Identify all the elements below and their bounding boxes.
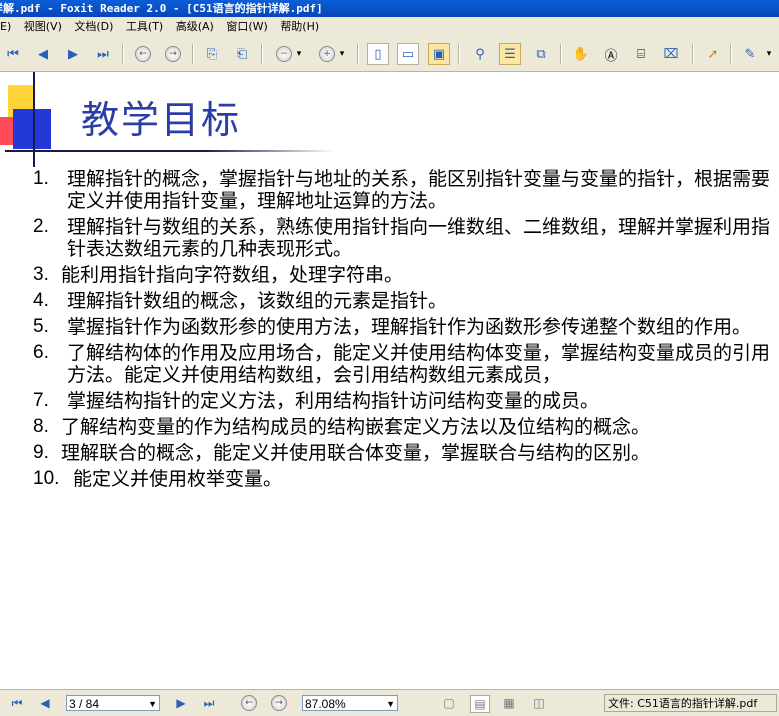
zoom-level-value: 87.08% <box>305 697 346 711</box>
list-item: 5. 掌握指针作为函数形参的使用方法，理解指针作为函数形参传递整个数组的作用。 <box>33 316 773 338</box>
zoom-in-icon[interactable]: + <box>316 43 338 65</box>
comment-tool-icon[interactable]: ✎ <box>739 43 761 65</box>
item-number: 1. <box>33 168 49 189</box>
item-text: 理解指针的概念，掌握指针与地址的关系，能区别指针变量与变量的指针，根据需要定义并… <box>67 168 771 212</box>
item-text: 了解结构变量的作为结构成员的结构嵌套定义方法以及位结构的概念。 <box>61 416 651 438</box>
menu-document[interactable]: 文档(D) <box>74 17 113 37</box>
item-number: 9. <box>33 442 49 463</box>
item-number: 4. <box>33 290 49 311</box>
toolbar-separator <box>730 44 732 64</box>
toolbar-separator <box>458 44 460 64</box>
rotate-left-icon[interactable]: ⎘ <box>201 43 223 65</box>
find-binoculars-icon[interactable]: ⚲ <box>469 43 491 65</box>
facing-pages-icon[interactable]: ▦ <box>500 695 518 711</box>
fit-page-icon[interactable]: ▭ <box>397 43 419 65</box>
list-item: 9. 理解联合的概念，能定义并使用联合体变量，掌握联合与结构的区别。 <box>33 442 773 464</box>
bookmarks-panel-icon[interactable]: ☰ <box>499 43 521 65</box>
item-text: 了解结构体的作用及应用场合，能定义并使用结构体变量，掌握结构变量成员的引用方法。… <box>67 342 771 386</box>
text-select-icon[interactable]: Ⓐ <box>600 43 622 65</box>
zoom-dropdown-icon[interactable]: ▼ <box>386 696 395 712</box>
item-number: 10. <box>33 468 60 489</box>
fit-width-icon[interactable]: ▣ <box>428 43 450 65</box>
menu-edit[interactable]: E) <box>0 17 11 37</box>
continuous-facing-icon[interactable]: ◫ <box>530 695 548 711</box>
first-page-icon[interactable]: ⏮ <box>8 695 26 711</box>
item-number: 5. <box>33 316 49 337</box>
continuous-page-icon[interactable]: ▤ <box>470 695 490 713</box>
item-text: 理解指针数组的概念，该数组的元素是指针。 <box>67 290 448 312</box>
menu-view[interactable]: 视图(V) <box>24 17 62 37</box>
decoration-horizontal-line <box>5 150 335 152</box>
next-page-icon[interactable]: ▶ <box>172 695 190 711</box>
rotate-right-icon[interactable]: ⎗ <box>231 43 253 65</box>
back-icon[interactable]: ← <box>132 43 154 65</box>
first-page-icon[interactable]: ⏮ <box>2 43 24 65</box>
page-dropdown-icon[interactable]: ▼ <box>148 696 157 712</box>
actual-size-icon[interactable]: ▯ <box>367 43 389 65</box>
last-page-icon[interactable]: ⏭ <box>92 43 114 65</box>
menu-window[interactable]: 窗口(W) <box>226 17 267 37</box>
last-page-icon[interactable]: ⏭ <box>200 695 218 711</box>
list-item: 1. 理解指针的概念，掌握指针与地址的关系，能区别指针变量与变量的指针，根据需要… <box>33 168 773 212</box>
menu-tools[interactable]: 工具(T) <box>126 17 163 37</box>
item-number: 8. <box>33 416 49 437</box>
previous-page-icon[interactable]: ◀ <box>36 695 54 711</box>
item-number: 2. <box>33 216 49 237</box>
toolbar-separator <box>692 44 694 64</box>
item-number: 3. <box>33 264 49 285</box>
toolbar: ⏮ ◀ ▶ ⏭ ← → ⎘ ⎗ − ▾ + ▾ ▯ ▭ ▣ ⚲ ☰ ⧉ ✋ Ⓐ … <box>0 37 779 72</box>
decoration-blue-square <box>13 109 51 149</box>
item-text: 理解联合的概念，能定义并使用联合体变量，掌握联合与结构的区别。 <box>61 442 651 464</box>
zoom-in-dropdown-icon[interactable]: ▾ <box>336 43 348 65</box>
list-item: 10. 能定义并使用枚举变量。 <box>33 468 773 490</box>
toolbar-separator <box>261 44 263 64</box>
single-page-icon[interactable]: ▢ <box>440 695 458 711</box>
page-heading: 教学目标 <box>81 98 242 142</box>
decoration-vertical-line <box>33 72 35 167</box>
list-item: 4. 理解指针数组的概念，该数组的元素是指针。 <box>33 290 773 312</box>
item-text: 理解指针与数组的关系，熟练使用指针指向一维数组、二维数组，理解并掌握利用指针表达… <box>67 216 771 260</box>
forward-icon[interactable]: → <box>162 43 184 65</box>
toolbar-separator <box>192 44 194 64</box>
objectives-list: 1. 理解指针的概念，掌握指针与地址的关系，能区别指针变量与变量的指针，根据需要… <box>33 168 773 494</box>
zoom-out-icon[interactable]: − <box>273 43 295 65</box>
zoom-out-dropdown-icon[interactable]: ▾ <box>293 43 305 65</box>
menu-bar: E) 视图(V) 文档(D) 工具(T) 高级(A) 窗口(W) 帮助(H) <box>0 17 779 37</box>
item-text: 掌握指针作为函数形参的使用方法，理解指针作为函数形参传递整个数组的作用。 <box>67 316 752 338</box>
back-icon[interactable]: ← <box>240 695 258 711</box>
list-item: 2. 理解指针与数组的关系，熟练使用指针指向一维数组、二维数组，理解并掌握利用指… <box>33 216 773 260</box>
comment-tool-dropdown-icon[interactable]: ▾ <box>763 43 775 65</box>
menu-advanced[interactable]: 高级(A) <box>176 17 214 37</box>
next-page-icon[interactable]: ▶ <box>62 43 84 65</box>
window-title: 详解.pdf - Foxit Reader 2.0 - [C51语言的指针详解.… <box>0 2 323 15</box>
status-bar: ⏮ ◀ 3 / 84 ▼ ▶ ⏭ ← → 87.08% ▼ ▢ ▤ ▦ ◫ 文件… <box>0 689 779 716</box>
list-item: 3. 能利用指针指向字符数组，处理字符串。 <box>33 264 773 286</box>
list-item: 8. 了解结构变量的作为结构成员的结构嵌套定义方法以及位结构的概念。 <box>33 416 773 438</box>
item-number: 7. <box>33 390 49 411</box>
page-number-input[interactable]: 3 / 84 ▼ <box>66 695 160 711</box>
file-name-display: 文件: C51语言的指针详解.pdf <box>604 694 777 712</box>
window-title-bar: 详解.pdf - Foxit Reader 2.0 - [C51语言的指针详解.… <box>0 0 779 17</box>
toolbar-separator <box>357 44 359 64</box>
document-page: 教学目标 1. 理解指针的概念，掌握指针与地址的关系，能区别指针变量与变量的指针… <box>0 72 779 689</box>
item-text: 掌握结构指针的定义方法，利用结构指针访问结构变量的成员。 <box>67 390 600 412</box>
menu-help[interactable]: 帮助(H) <box>280 17 319 37</box>
forward-icon[interactable]: → <box>270 695 288 711</box>
list-item: 7. 掌握结构指针的定义方法，利用结构指针访问结构变量的成员。 <box>33 390 773 412</box>
list-item: 6. 了解结构体的作用及应用场合，能定义并使用结构体变量，掌握结构变量成员的引用… <box>33 342 773 386</box>
image-select-icon[interactable]: ⌧ <box>660 43 682 65</box>
toolbar-separator <box>560 44 562 64</box>
hand-tool-icon[interactable]: ✋ <box>570 43 592 65</box>
select-arrow-icon[interactable]: ➚ <box>702 43 724 65</box>
previous-page-icon[interactable]: ◀ <box>32 43 54 65</box>
item-number: 6. <box>33 342 49 363</box>
page-number-value: 3 / 84 <box>69 697 100 711</box>
item-text: 能定义并使用枚举变量。 <box>73 468 283 490</box>
toolbar-separator <box>122 44 124 64</box>
thumbnail-panel-icon[interactable]: ⧉ <box>530 43 552 65</box>
item-text: 能利用指针指向字符数组，处理字符串。 <box>61 264 404 286</box>
snapshot-camera-icon[interactable]: ⌸ <box>630 43 652 65</box>
zoom-level-input[interactable]: 87.08% ▼ <box>302 695 398 711</box>
